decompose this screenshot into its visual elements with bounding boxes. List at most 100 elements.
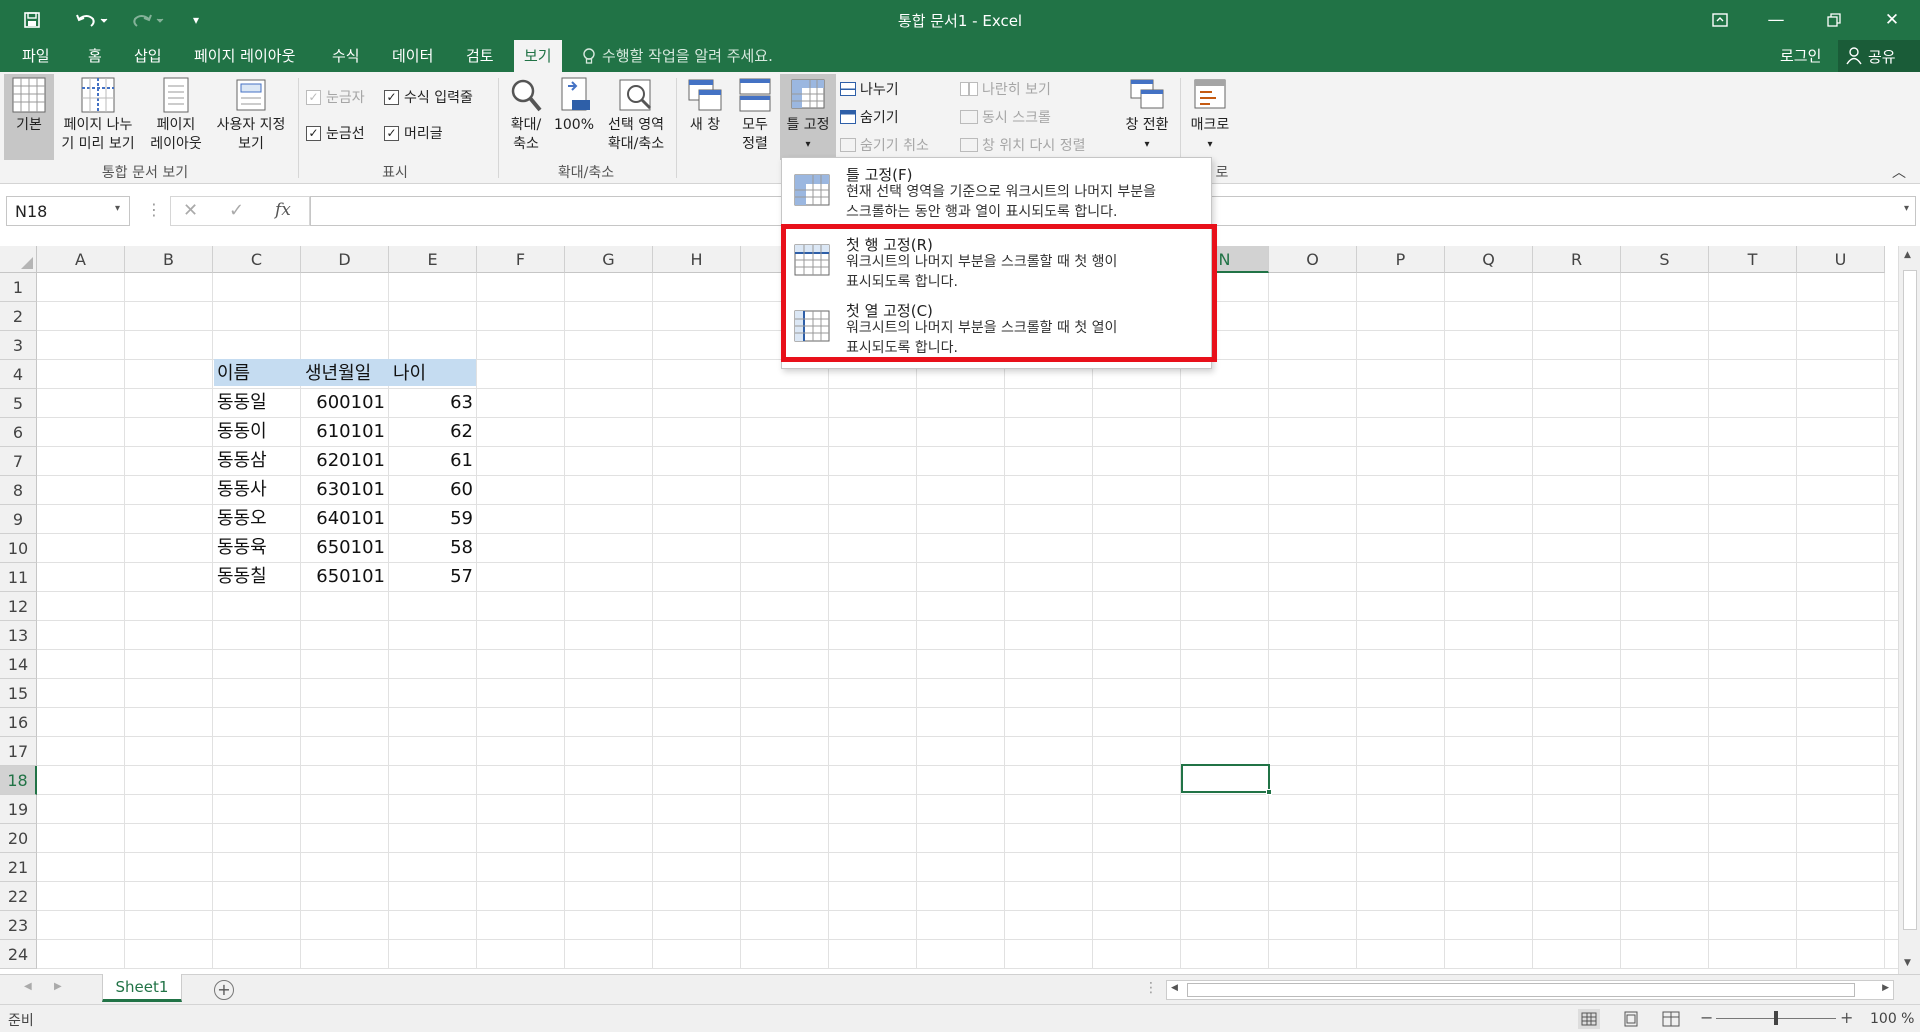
unhide-button[interactable]: 숨기기 취소 [840,134,929,156]
minimize-icon[interactable]: — [1748,0,1804,40]
row-header-14[interactable]: 14 [0,650,37,679]
row-header-5[interactable]: 5 [0,389,37,418]
row-header-23[interactable]: 23 [0,911,37,940]
tab-review[interactable]: 검토 [456,40,504,72]
restore-icon[interactable] [1806,0,1862,40]
table-cell-age[interactable]: 57 [389,563,477,591]
headings-checkbox[interactable]: ✓ 머리글 [384,122,443,144]
column-header-t[interactable]: T [1709,246,1797,273]
column-header-o[interactable]: O [1269,246,1357,273]
sign-in-link[interactable]: 로그인 [1770,40,1831,72]
column-header-g[interactable]: G [565,246,653,273]
freeze-panes-button[interactable]: 틀 고정 ▾ [782,76,834,154]
column-header-u[interactable]: U [1797,246,1885,273]
synchronous-scrolling-button[interactable]: 동시 스크롤 [960,106,1051,128]
table-cell-name[interactable]: 동동오 [213,505,301,533]
hide-button[interactable]: 숨기기 [840,106,899,128]
table-header-birthdate[interactable]: 생년월일 [301,360,389,388]
vertical-scroll-thumb[interactable] [1903,270,1917,930]
row-header-10[interactable]: 10 [0,534,37,563]
switch-windows-button[interactable]: 창 전환 ▾ [1116,76,1178,154]
row-header-12[interactable]: 12 [0,592,37,621]
table-cell-birthdate[interactable]: 610101 [301,418,389,446]
insert-function-icon[interactable]: fx [275,200,291,220]
table-cell-age[interactable]: 63 [389,389,477,417]
reset-window-position-button[interactable]: 창 위치 다시 정렬 [960,134,1086,156]
table-cell-name[interactable]: 동동일 [213,389,301,417]
row-header-6[interactable]: 6 [0,418,37,447]
scroll-left-icon[interactable]: ◀ [1171,983,1178,993]
ribbon-display-options-icon[interactable] [1692,0,1748,40]
table-cell-birthdate[interactable]: 650101 [301,534,389,562]
table-header-age[interactable]: 나이 [389,360,477,388]
table-cell-birthdate[interactable]: 630101 [301,476,389,504]
tab-insert[interactable]: 삽입 [124,40,172,72]
row-header-19[interactable]: 19 [0,795,37,824]
table-cell-birthdate[interactable]: 620101 [301,447,389,475]
zoom-to-selection-button[interactable]: 선택 영역 확대/축소 [600,76,672,154]
scroll-down-icon[interactable]: ▼ [1904,958,1911,968]
normal-view-button[interactable]: 기본 [6,76,52,135]
row-header-11[interactable]: 11 [0,563,37,592]
column-header-h[interactable]: H [653,246,741,273]
zoom-out-icon[interactable]: − [1700,1008,1713,1027]
row-header-9[interactable]: 9 [0,505,37,534]
cancel-icon[interactable]: ✕ [183,200,198,221]
table-cell-birthdate[interactable]: 640101 [301,505,389,533]
row-header-21[interactable]: 21 [0,853,37,882]
sheet-tab-sheet1[interactable]: Sheet1 [102,974,182,1002]
scroll-sheets-right-icon[interactable]: ▶ [54,981,62,992]
tell-me-input[interactable]: 수행할 작업을 알려 주세요. [602,40,773,72]
row-header-15[interactable]: 15 [0,679,37,708]
normal-view-status-icon[interactable] [1578,1009,1600,1029]
collapse-ribbon-icon[interactable]: ︿ [1892,162,1906,182]
name-box[interactable]: N18 ▾ [6,196,130,226]
scroll-sheets-left-icon[interactable]: ◀ [24,981,32,992]
row-header-4[interactable]: 4 [0,360,37,389]
row-header-8[interactable]: 8 [0,476,37,505]
table-cell-name[interactable]: 동동이 [213,418,301,446]
row-header-16[interactable]: 16 [0,708,37,737]
ruler-checkbox[interactable]: ✓ 눈금자 [306,86,365,108]
table-cell-age[interactable]: 58 [389,534,477,562]
horizontal-scrollbar[interactable]: ◀ ▶ [1166,980,1894,1000]
page-break-status-icon[interactable] [1660,1009,1682,1032]
row-header-13[interactable]: 13 [0,621,37,650]
table-cell-age[interactable]: 59 [389,505,477,533]
tab-home[interactable]: 홈 [78,40,112,72]
split-button[interactable]: 나누기 [840,78,899,100]
fill-handle[interactable] [1266,789,1272,795]
page-break-preview-button[interactable]: 페이지 나누 기 미리 보기 [56,76,140,154]
table-cell-age[interactable]: 60 [389,476,477,504]
tab-formulas[interactable]: 수식 [322,40,370,72]
row-header-2[interactable]: 2 [0,302,37,331]
active-cell-n18[interactable] [1181,764,1272,795]
tab-file[interactable]: 파일 [12,40,60,72]
column-header-f[interactable]: F [477,246,565,273]
zoom-in-icon[interactable]: + [1840,1008,1853,1027]
page-layout-status-icon[interactable] [1620,1009,1642,1032]
row-header-18[interactable]: 18 [0,766,37,795]
column-header-b[interactable]: B [125,246,213,273]
share-button[interactable]: 공유 [1838,40,1920,72]
row-header-24[interactable]: 24 [0,940,37,969]
zoom-button[interactable]: 확대/ 축소 [504,76,548,154]
table-header-name[interactable]: 이름 [213,360,301,388]
row-header-1[interactable]: 1 [0,273,37,302]
vertical-scrollbar[interactable]: ▲ ▼ [1898,246,1920,974]
column-header-c[interactable]: C [213,246,301,273]
table-cell-name[interactable]: 동동육 [213,534,301,562]
new-window-button[interactable]: 새 창 [682,76,728,135]
scroll-right-icon[interactable]: ▶ [1882,983,1889,993]
column-header-a[interactable]: A [37,246,125,273]
tab-view[interactable]: 보기 [514,40,562,72]
table-cell-age[interactable]: 61 [389,447,477,475]
formula-bar-checkbox[interactable]: ✓ 수식 입력줄 [384,86,473,108]
row-header-3[interactable]: 3 [0,331,37,360]
column-header-s[interactable]: S [1621,246,1709,273]
table-cell-name[interactable]: 동동삼 [213,447,301,475]
column-header-d[interactable]: D [301,246,389,273]
select-all-button[interactable] [0,246,37,273]
zoom-slider-thumb[interactable] [1774,1011,1778,1025]
tab-data[interactable]: 데이터 [382,40,443,72]
